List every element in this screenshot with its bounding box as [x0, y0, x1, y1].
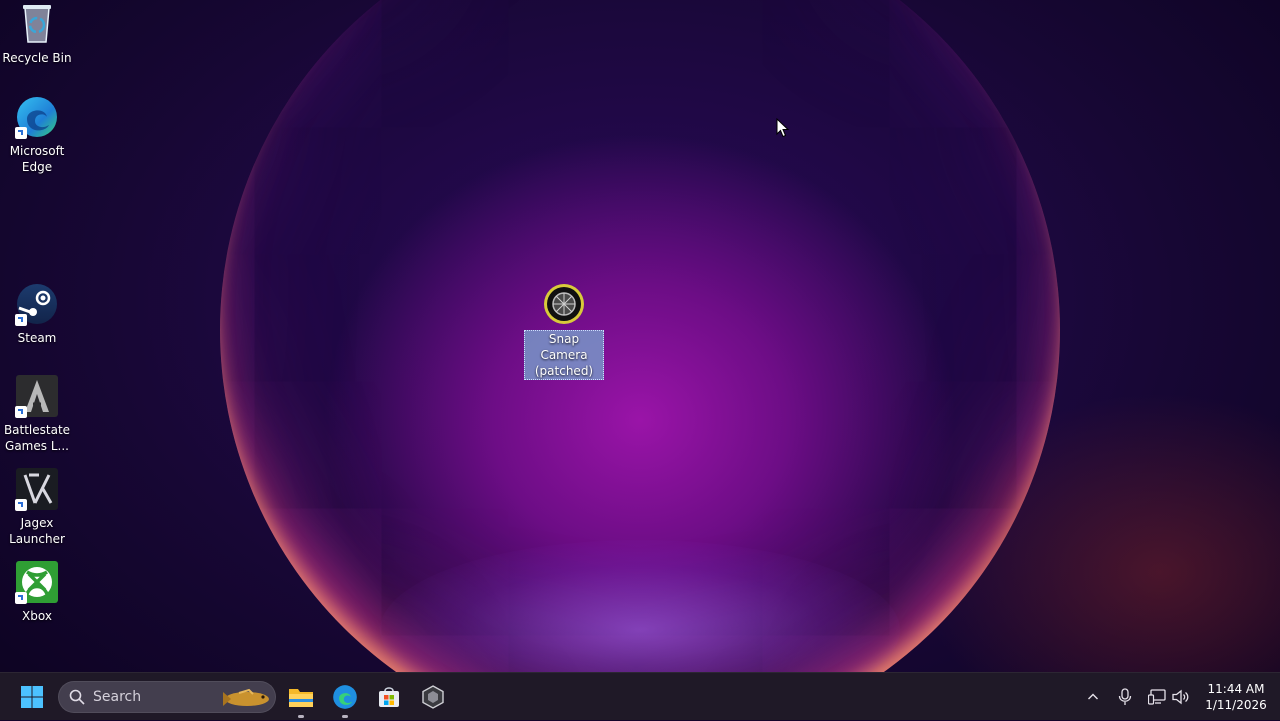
- xbox-icon: [15, 560, 59, 604]
- wallpaper-glow: [380, 540, 900, 672]
- desktop-icon-recycle-bin[interactable]: Recycle Bin: [0, 2, 74, 66]
- desktop-icon-xbox[interactable]: Xbox: [0, 560, 74, 624]
- network-icon: [1148, 689, 1166, 705]
- desktop-icon-label: Steam: [17, 331, 57, 345]
- desktop-icon-steam[interactable]: Steam: [0, 282, 74, 346]
- taskbar-clock[interactable]: 11:44 AM 1/11/2026: [1198, 681, 1274, 713]
- desktop-icon-snap-camera[interactable]: Snap Camera (patched): [524, 282, 604, 380]
- snap-camera-icon: [542, 282, 586, 326]
- shortcut-arrow-icon: [15, 592, 27, 604]
- mouse-cursor-icon: [776, 117, 790, 138]
- tray-overflow-button[interactable]: [1083, 687, 1103, 707]
- system-tray: 11:44 AM 1/11/2026: [0, 673, 1280, 721]
- steam-icon: [15, 282, 59, 326]
- volume-icon: [1172, 689, 1189, 705]
- desktop-icon-battlestate[interactable]: Battlestate Games L...: [0, 374, 74, 454]
- shortcut-arrow-icon: [15, 499, 27, 511]
- clock-date: 1/11/2026: [1205, 698, 1267, 712]
- tray-microphone[interactable]: [1115, 687, 1135, 707]
- jagex-icon: [15, 467, 59, 511]
- desktop-icon-microsoft-edge[interactable]: Microsoft Edge: [0, 95, 74, 175]
- wallpaper-corner-glow: [920, 392, 1280, 672]
- edge-icon: [15, 95, 59, 139]
- battlestate-icon: [15, 374, 59, 418]
- microphone-icon: [1118, 688, 1132, 705]
- shortcut-arrow-icon: [15, 127, 27, 139]
- desktop-icon-label: Microsoft Edge: [9, 144, 65, 174]
- clock-time: 11:44 AM: [1207, 682, 1265, 696]
- desktop-icon-label: Snap Camera (patched): [524, 330, 604, 380]
- chevron-up-icon: [1088, 693, 1098, 700]
- shortcut-arrow-icon: [15, 406, 27, 418]
- wallpaper-bloom: [220, 0, 1060, 672]
- tray-network[interactable]: [1147, 687, 1167, 707]
- desktop[interactable]: Recycle Bin Microsoft Edge Steam Battles…: [0, 0, 1280, 672]
- desktop-icon-label: Xbox: [22, 609, 52, 623]
- desktop-icon-label: Recycle Bin: [2, 51, 72, 65]
- desktop-icon-jagex-launcher[interactable]: Jagex Launcher: [0, 467, 74, 547]
- shortcut-arrow-icon: [15, 314, 27, 326]
- tray-volume[interactable]: [1171, 687, 1191, 707]
- desktop-icon-label: Battlestate Games L...: [3, 423, 71, 453]
- desktop-icon-label: Jagex Launcher: [9, 516, 65, 546]
- taskbar: Search 11:44 AM 1/11/2026: [0, 672, 1280, 720]
- recycle-bin-icon: [15, 2, 59, 46]
